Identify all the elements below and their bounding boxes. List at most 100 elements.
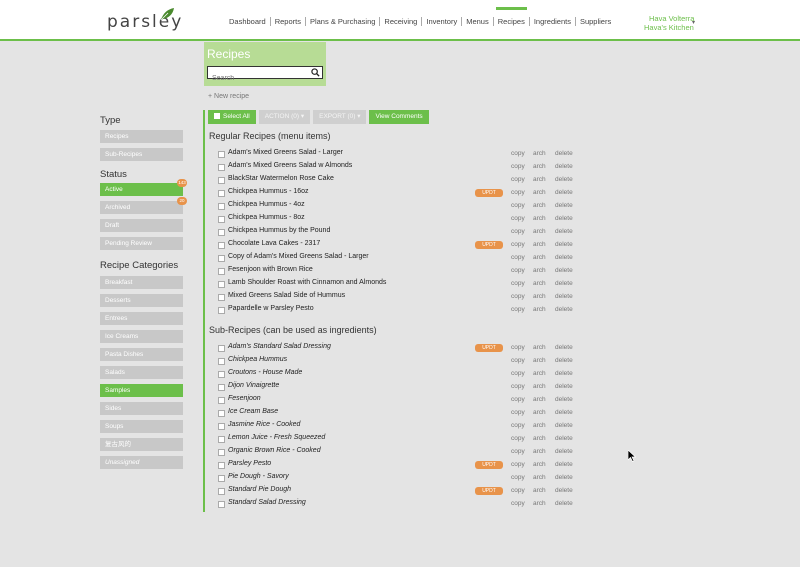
- copy-link[interactable]: copy: [511, 422, 525, 429]
- copy-link[interactable]: copy: [511, 293, 525, 300]
- row-checkbox[interactable]: [218, 164, 225, 171]
- action-dropdown[interactable]: ACTION (0) ▾: [258, 110, 311, 124]
- copy-link[interactable]: copy: [511, 241, 525, 248]
- row-checkbox[interactable]: [218, 475, 225, 482]
- delete-link[interactable]: delete: [555, 293, 573, 300]
- recipe-name[interactable]: Standard Salad Dressing: [228, 499, 306, 506]
- row-checkbox[interactable]: [218, 449, 225, 456]
- row-checkbox[interactable]: [218, 384, 225, 391]
- copy-link[interactable]: copy: [511, 435, 525, 442]
- delete-link[interactable]: delete: [555, 487, 573, 494]
- archive-link[interactable]: arch: [533, 293, 546, 300]
- archive-link[interactable]: arch: [533, 202, 546, 209]
- delete-link[interactable]: delete: [555, 370, 573, 377]
- delete-link[interactable]: delete: [555, 280, 573, 287]
- copy-link[interactable]: copy: [511, 215, 525, 222]
- row-checkbox[interactable]: [218, 345, 225, 352]
- category-other[interactable]: 复古风的: [100, 438, 183, 451]
- select-all-button[interactable]: Select All: [208, 110, 256, 124]
- delete-link[interactable]: delete: [555, 396, 573, 403]
- recipe-name[interactable]: Dijon Vinaigrette: [228, 382, 279, 389]
- user-menu[interactable]: Hava Volterra Hava's Kitchen: [644, 14, 694, 32]
- row-checkbox[interactable]: [218, 203, 225, 210]
- copy-link[interactable]: copy: [511, 267, 525, 274]
- recipe-name[interactable]: Lamb Shoulder Roast with Cinnamon and Al…: [228, 279, 386, 286]
- category-entrees[interactable]: Entrees: [100, 312, 183, 325]
- archive-link[interactable]: arch: [533, 383, 546, 390]
- delete-link[interactable]: delete: [555, 228, 573, 235]
- archive-link[interactable]: arch: [533, 461, 546, 468]
- delete-link[interactable]: delete: [555, 254, 573, 261]
- copy-link[interactable]: copy: [511, 487, 525, 494]
- copy-link[interactable]: copy: [511, 474, 525, 481]
- delete-link[interactable]: delete: [555, 306, 573, 313]
- copy-link[interactable]: copy: [511, 254, 525, 261]
- category-samples[interactable]: Samples: [100, 384, 183, 397]
- category-ice-creams[interactable]: Ice Creams: [100, 330, 183, 343]
- recipe-name[interactable]: Chocolate Lava Cakes - 2317: [228, 240, 320, 247]
- recipe-name[interactable]: BlackStar Watermelon Rose Cake: [228, 175, 334, 182]
- copy-link[interactable]: copy: [511, 357, 525, 364]
- recipe-name[interactable]: Fesenjoon: [228, 395, 261, 402]
- recipe-name[interactable]: Papardelle w Parsley Pesto: [228, 305, 314, 312]
- archive-link[interactable]: arch: [533, 357, 546, 364]
- copy-link[interactable]: copy: [511, 176, 525, 183]
- delete-link[interactable]: delete: [555, 500, 573, 507]
- recipe-name[interactable]: Croutons - House Made: [228, 369, 302, 376]
- copy-link[interactable]: copy: [511, 163, 525, 170]
- row-checkbox[interactable]: [218, 358, 225, 365]
- delete-link[interactable]: delete: [555, 267, 573, 274]
- row-checkbox[interactable]: [218, 268, 225, 275]
- status-pending-review[interactable]: Pending Review: [100, 237, 183, 250]
- row-checkbox[interactable]: [218, 255, 225, 262]
- copy-link[interactable]: copy: [511, 344, 525, 351]
- archive-link[interactable]: arch: [533, 500, 546, 507]
- recipe-name[interactable]: Ice Cream Base: [228, 408, 278, 415]
- row-checkbox[interactable]: [218, 371, 225, 378]
- archive-link[interactable]: arch: [533, 176, 546, 183]
- recipe-name[interactable]: Adam's Mixed Greens Salad - Larger: [228, 149, 343, 156]
- nav-ingredients[interactable]: Ingredients: [530, 17, 576, 26]
- recipe-name[interactable]: Adam's Standard Salad Dressing: [228, 343, 331, 350]
- delete-link[interactable]: delete: [555, 435, 573, 442]
- delete-link[interactable]: delete: [555, 422, 573, 429]
- search-input[interactable]: [208, 73, 308, 84]
- recipe-name[interactable]: Chickpea Hummus: [228, 356, 287, 363]
- category-salads[interactable]: Salads: [100, 366, 183, 379]
- recipe-name[interactable]: Chickpea Hummus - 8oz: [228, 214, 305, 221]
- row-checkbox[interactable]: [218, 307, 225, 314]
- recipe-name[interactable]: Chickpea Hummus - 16oz: [228, 188, 309, 195]
- view-comments-button[interactable]: View Comments: [369, 110, 429, 124]
- recipe-name[interactable]: Standard Pie Dough: [228, 486, 291, 493]
- nav-plans-purchasing[interactable]: Plans & Purchasing: [306, 17, 381, 26]
- new-recipe-link[interactable]: + New recipe: [208, 93, 249, 100]
- delete-link[interactable]: delete: [555, 344, 573, 351]
- archive-link[interactable]: arch: [533, 370, 546, 377]
- row-checkbox[interactable]: [218, 281, 225, 288]
- category-unassigned[interactable]: Unassigned: [100, 456, 183, 469]
- copy-link[interactable]: copy: [511, 189, 525, 196]
- copy-link[interactable]: copy: [511, 448, 525, 455]
- delete-link[interactable]: delete: [555, 383, 573, 390]
- archive-link[interactable]: arch: [533, 448, 546, 455]
- row-checkbox[interactable]: [218, 229, 225, 236]
- type-sub-recipes[interactable]: Sub-Recipes: [100, 148, 183, 161]
- recipe-name[interactable]: Parsley Pesto: [228, 460, 271, 467]
- delete-link[interactable]: delete: [555, 189, 573, 196]
- recipe-name[interactable]: Fesenjoon with Brown Rice: [228, 266, 313, 273]
- copy-link[interactable]: copy: [511, 500, 525, 507]
- delete-link[interactable]: delete: [555, 241, 573, 248]
- copy-link[interactable]: copy: [511, 228, 525, 235]
- nav-reports[interactable]: Reports: [271, 17, 306, 26]
- nav-inventory[interactable]: Inventory: [422, 17, 463, 26]
- delete-link[interactable]: delete: [555, 357, 573, 364]
- copy-link[interactable]: copy: [511, 409, 525, 416]
- archive-link[interactable]: arch: [533, 163, 546, 170]
- search-icon[interactable]: [311, 68, 320, 77]
- archive-link[interactable]: arch: [533, 409, 546, 416]
- archive-link[interactable]: arch: [533, 254, 546, 261]
- archive-link[interactable]: arch: [533, 189, 546, 196]
- delete-link[interactable]: delete: [555, 202, 573, 209]
- caret-down-icon[interactable]: ▾: [692, 19, 695, 26]
- row-checkbox[interactable]: [218, 410, 225, 417]
